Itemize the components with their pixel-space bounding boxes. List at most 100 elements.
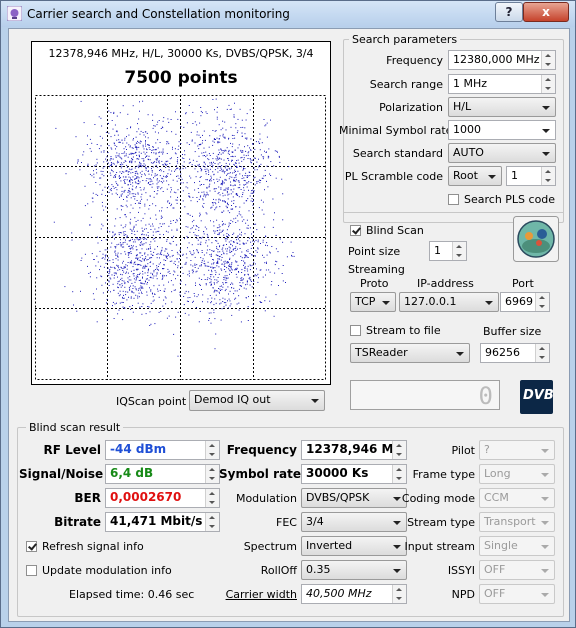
proto-select[interactable]: TCP bbox=[350, 292, 396, 312]
fec-label: FEC bbox=[276, 516, 297, 529]
result-frequency-field: 12378,946 MHz bbox=[301, 440, 407, 460]
point-size-input[interactable]: 1 bbox=[429, 241, 467, 261]
port-label: Port bbox=[512, 277, 534, 290]
port-value: 6969 bbox=[505, 295, 533, 308]
chevron-down-icon bbox=[541, 473, 549, 477]
pls-label: PL Scramble code bbox=[344, 170, 443, 183]
iqscan-label: IQScan point bbox=[116, 395, 187, 408]
ip-label: IP-address bbox=[417, 277, 474, 290]
rolloff-label: RollOff bbox=[260, 564, 297, 577]
pilot-select[interactable]: ? bbox=[479, 440, 555, 460]
frame-type-value: Long bbox=[484, 467, 511, 480]
pls-mode-value: Root bbox=[453, 169, 478, 182]
divider bbox=[343, 212, 563, 213]
issyi-select[interactable]: OFF bbox=[479, 560, 555, 580]
rolloff-select[interactable]: 0.35 bbox=[301, 560, 407, 580]
refresh-signal-checkbox[interactable] bbox=[26, 541, 37, 552]
elapsed-time: Elapsed time: 0.46 sec bbox=[69, 588, 195, 601]
rolloff-value: 0.35 bbox=[306, 563, 331, 576]
rf-level-value: -44 dBm bbox=[110, 442, 167, 456]
spin-icon[interactable] bbox=[541, 75, 555, 93]
spin-icon[interactable] bbox=[452, 242, 466, 260]
spin-icon[interactable] bbox=[535, 293, 549, 311]
ber-field: 0,0002670 bbox=[105, 488, 220, 508]
chevron-down-icon bbox=[311, 399, 319, 403]
blind-scan-label: Blind Scan bbox=[366, 224, 424, 237]
ip-value: 127.0.0.1 bbox=[404, 295, 457, 308]
pls-code-input[interactable]: 1 bbox=[506, 166, 556, 186]
port-input[interactable]: 6969 bbox=[500, 292, 550, 312]
update-modulation-label: Update modulation info bbox=[42, 564, 172, 577]
stream-type-label: Stream type bbox=[407, 516, 475, 529]
frame-type-select[interactable]: Long bbox=[479, 464, 555, 484]
blind-scan-checkbox[interactable] bbox=[350, 225, 361, 236]
spin-icon[interactable] bbox=[541, 51, 555, 69]
buffer-size-input[interactable]: 96256 bbox=[480, 343, 550, 363]
chevron-down-icon bbox=[488, 175, 496, 179]
pls-mode-select[interactable]: Root bbox=[448, 166, 502, 186]
dvb-logo-text: DVB bbox=[523, 388, 554, 403]
polarization-select[interactable]: H/L bbox=[448, 97, 556, 117]
search-pls-checkbox[interactable] bbox=[448, 194, 459, 205]
stream-type-select[interactable]: Transport bbox=[479, 512, 555, 532]
pilot-value: ? bbox=[484, 443, 490, 456]
spin-icon[interactable] bbox=[205, 513, 219, 531]
spin-icon[interactable] bbox=[205, 441, 219, 459]
constellation-plot bbox=[35, 95, 326, 380]
min-symbol-rate-select[interactable]: 1000 bbox=[448, 120, 556, 140]
help-button[interactable]: ? bbox=[495, 2, 523, 22]
spin-icon[interactable] bbox=[535, 344, 549, 362]
modulation-select[interactable]: DVBS/QPSK bbox=[301, 488, 407, 508]
close-button[interactable]: x bbox=[523, 2, 569, 22]
spectrum-select[interactable]: Inverted bbox=[301, 536, 407, 556]
coding-mode-label: Coding mode bbox=[401, 492, 475, 505]
chevron-down-icon bbox=[393, 569, 401, 573]
pls-code-value: 1 bbox=[511, 169, 518, 182]
chevron-down-icon bbox=[393, 545, 401, 549]
points-count: 7500 points bbox=[124, 68, 238, 88]
proto-value: TCP bbox=[355, 295, 376, 308]
reader-value: TSReader bbox=[355, 346, 408, 359]
input-stream-select[interactable]: Single bbox=[479, 536, 555, 556]
spin-icon[interactable] bbox=[205, 465, 219, 483]
stream-to-file-checkbox[interactable] bbox=[350, 325, 361, 336]
chevron-down-icon bbox=[541, 569, 549, 573]
npd-select[interactable]: OFF bbox=[479, 584, 555, 604]
polarization-value: H/L bbox=[453, 100, 472, 113]
spin-icon[interactable] bbox=[541, 167, 555, 185]
chevron-down-icon bbox=[542, 106, 550, 110]
pilot-label: Pilot bbox=[451, 444, 475, 457]
fec-select[interactable]: 3/4 bbox=[301, 512, 407, 532]
digit-display: 0 bbox=[350, 380, 500, 410]
range-label: Search range bbox=[369, 78, 443, 91]
spin-icon[interactable] bbox=[205, 489, 219, 507]
reader-select[interactable]: TSReader bbox=[350, 343, 470, 363]
digit-value: 0 bbox=[478, 382, 493, 410]
symbol-rate-value: 30000 Ks bbox=[306, 466, 369, 480]
carrier-width-label[interactable]: Carrier width bbox=[219, 588, 297, 601]
coding-mode-select[interactable]: CCM bbox=[479, 488, 555, 508]
dvb-logo: DVB bbox=[520, 380, 554, 414]
ip-select[interactable]: 127.0.0.1 bbox=[399, 292, 499, 312]
ber-value: 0,0002670 bbox=[110, 490, 182, 504]
symbol-rate-field: 30000 Ks bbox=[301, 464, 407, 484]
search-standard-select[interactable]: AUTO bbox=[448, 143, 556, 163]
update-modulation-checkbox[interactable] bbox=[26, 565, 37, 576]
search-group-label: Search parameters bbox=[349, 33, 461, 46]
range-value: 1 MHz bbox=[453, 77, 488, 90]
symbol-rate-label: Symbol rate bbox=[219, 467, 301, 481]
title-bar[interactable]: Carrier search and Constellation monitor… bbox=[1, 1, 575, 27]
issyi-label: ISSYI bbox=[447, 564, 475, 577]
iqscan-select[interactable]: Demod IQ out bbox=[189, 390, 325, 411]
coding-mode-value: CCM bbox=[484, 491, 509, 504]
window-title: Carrier search and Constellation monitor… bbox=[27, 7, 290, 21]
search-range-input[interactable]: 1 MHz bbox=[448, 74, 556, 94]
search-standard-label: Search standard bbox=[352, 147, 443, 160]
signal-noise-field: 6,4 dB bbox=[105, 464, 220, 484]
rf-level-field: -44 dBm bbox=[105, 440, 220, 460]
frequency-input[interactable]: 12380,000 MHz bbox=[448, 50, 556, 70]
satellite-logo-icon bbox=[513, 216, 559, 262]
signal-noise-label: Signal/Noise bbox=[19, 467, 104, 481]
npd-value: OFF bbox=[484, 587, 506, 600]
streaming-label: Streaming bbox=[348, 263, 405, 276]
